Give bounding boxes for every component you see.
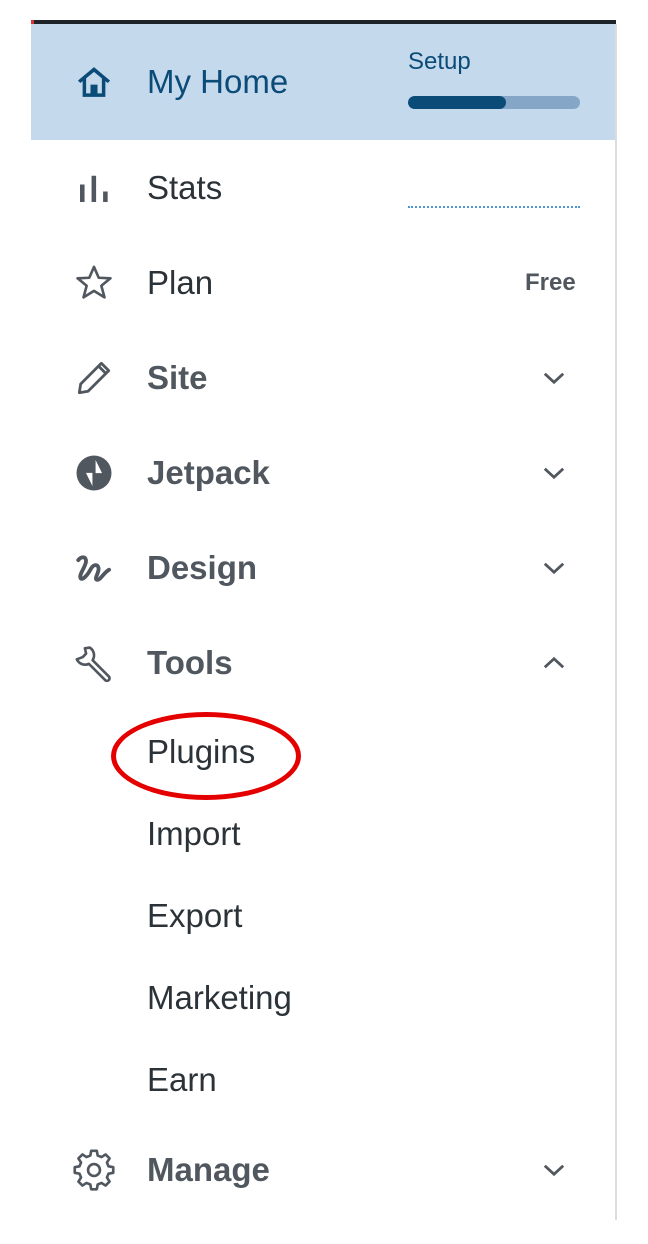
home-icon — [73, 61, 115, 103]
sidebar-item-label: Design — [147, 548, 258, 586]
sidebar-item-site[interactable]: Site — [31, 330, 615, 425]
sidebar-border — [615, 24, 617, 1220]
sidebar-item-label: Site — [147, 358, 208, 396]
sidebar-item-design[interactable]: Design — [31, 520, 615, 615]
sidebar-item-label: Tools — [147, 643, 233, 681]
sidebar-item-jetpack[interactable]: Jetpack — [31, 425, 615, 520]
gear-icon — [73, 1148, 115, 1191]
chevron-down-icon[interactable] — [537, 1153, 571, 1187]
sidebar-item-label: Manage — [147, 1150, 270, 1188]
setup-progress-fill — [408, 96, 507, 109]
submenu-item-plugins[interactable]: Plugins — [147, 732, 255, 772]
setup-progress-bar — [408, 96, 580, 109]
pencil-icon — [73, 357, 115, 399]
sidebar-item-label: Stats — [147, 168, 223, 206]
star-icon — [73, 262, 115, 304]
wrench-icon — [73, 642, 115, 684]
plan-badge: Free — [525, 268, 576, 296]
sidebar-item-label: Plan — [147, 263, 214, 301]
sidebar: My Home Setup Stats Plan Free Site Jetpa… — [31, 24, 615, 1220]
sidebar-item-tools[interactable]: Tools — [31, 615, 615, 710]
chevron-down-icon[interactable] — [537, 456, 571, 490]
sidebar-item-my-home[interactable]: My Home Setup — [31, 24, 615, 140]
sidebar-item-plan[interactable]: Plan Free — [31, 235, 615, 330]
sidebar-item-manage[interactable]: Manage — [31, 1122, 615, 1217]
jetpack-icon — [73, 452, 115, 494]
sidebar-item-stats[interactable]: Stats — [31, 140, 615, 235]
setup-label: Setup — [408, 48, 471, 75]
sidebar-item-label: My Home — [147, 63, 289, 100]
submenu-item-marketing[interactable]: Marketing — [147, 978, 292, 1018]
chevron-down-icon[interactable] — [537, 551, 571, 585]
chevron-down-icon[interactable] — [537, 361, 571, 395]
stats-bars-icon — [73, 167, 115, 209]
chevron-up-icon[interactable] — [537, 646, 571, 680]
stats-sparkline — [408, 206, 580, 208]
sidebar-item-label: Jetpack — [147, 453, 270, 491]
submenu-item-export[interactable]: Export — [147, 896, 242, 936]
submenu-item-import[interactable]: Import — [147, 814, 241, 854]
submenu-item-earn[interactable]: Earn — [147, 1060, 217, 1100]
design-squiggle-icon — [73, 547, 115, 589]
